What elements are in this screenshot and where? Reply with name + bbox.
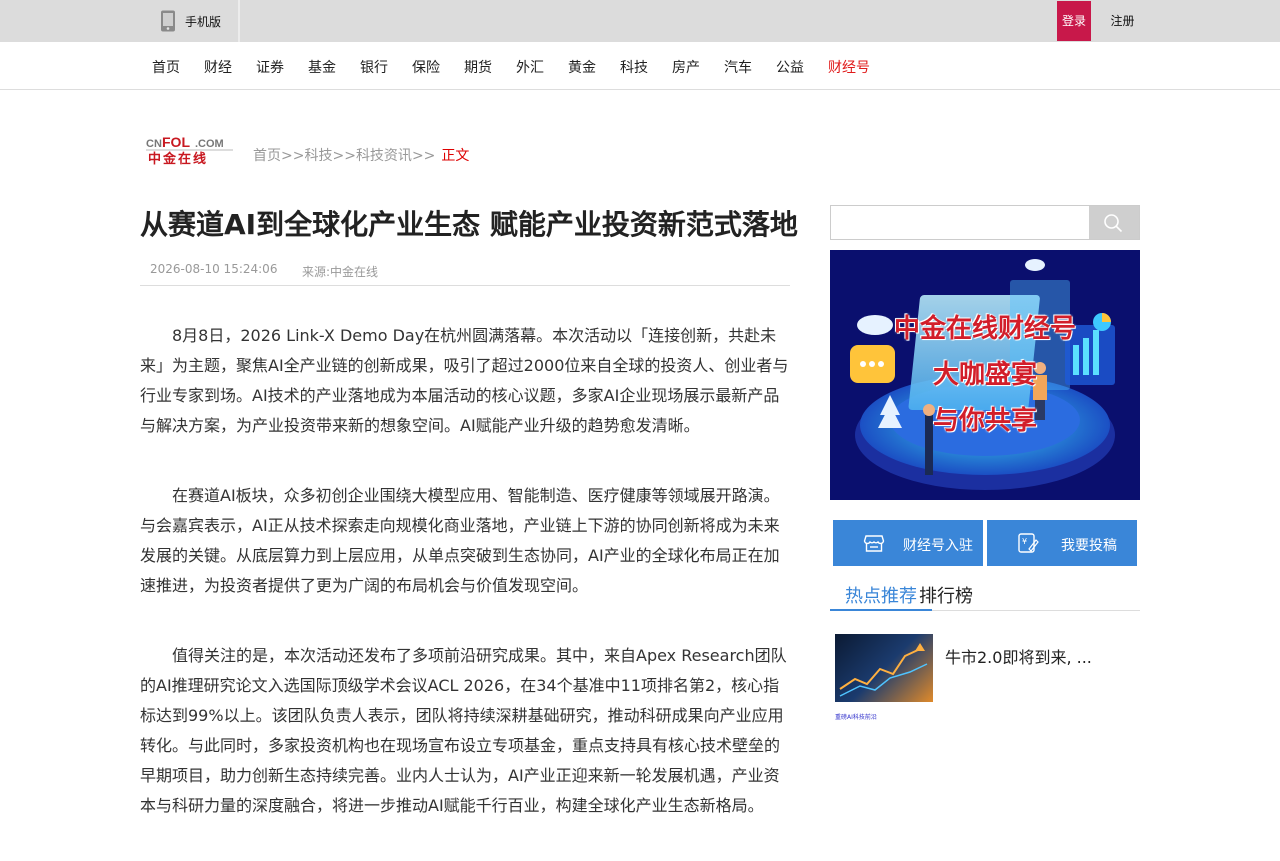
nav-item[interactable]: 首页 xyxy=(140,42,192,90)
nav-item[interactable]: 保险 xyxy=(400,42,452,90)
sidebar-tabs: 热点推荐 排行榜 xyxy=(830,578,1140,611)
news-item[interactable]: 牛市2.0即将到来, ... xyxy=(835,634,1135,702)
mobile-version-link[interactable]: 手机版 xyxy=(140,0,240,42)
nav-item[interactable]: 黄金 xyxy=(556,42,608,90)
svg-text:¥: ¥ xyxy=(1022,537,1027,546)
breadcrumb: 首页>>科技>>科技资讯>> 正文 xyxy=(253,145,469,165)
nav-item[interactable]: 期货 xyxy=(452,42,504,90)
banner-line-2: 大咖盛宴 xyxy=(932,360,1037,390)
phone-icon xyxy=(161,10,175,32)
article-title: 从赛道AI到全球化产业生态 赋能产业投资新范式落地 xyxy=(140,208,798,241)
svg-text:FOL: FOL xyxy=(162,134,190,150)
svg-text:CN: CN xyxy=(146,138,162,150)
search-button[interactable] xyxy=(1089,206,1139,239)
search-box xyxy=(830,205,1140,240)
breadcrumb-tech-news[interactable]: 科技资讯 xyxy=(356,148,412,164)
breadcrumb-sep: >> xyxy=(411,148,436,164)
nav-item[interactable]: 外汇 xyxy=(504,42,556,90)
article-body: 8月8日，2026 Link-X Demo Day在杭州圆满落幕。本次活动以「连… xyxy=(140,321,790,861)
banner-line-3: 与你共享 xyxy=(932,406,1037,436)
breadcrumb-sep: >> xyxy=(332,148,356,164)
svg-text:中金在线: 中金在线 xyxy=(148,151,208,165)
article-source: 来源:中金在线 xyxy=(302,265,379,279)
breadcrumb-home[interactable]: 首页 xyxy=(253,148,281,164)
news-thumbnail xyxy=(835,634,933,702)
svg-text:.COM: .COM xyxy=(195,138,224,150)
search-input[interactable] xyxy=(831,206,1089,239)
stock-chart-image xyxy=(839,643,928,697)
main-nav: 首页 财经 证券 基金 银行 保险 期货 外汇 黄金 科技 房产 汽车 公益 财经号 xyxy=(0,42,1280,90)
nav-item-caijinghao[interactable]: 财经号 xyxy=(816,42,882,90)
search-icon xyxy=(1104,214,1123,233)
tab-ranking[interactable]: 排行榜 xyxy=(919,582,973,608)
top-bar-inner: 手机版 登录 注册 xyxy=(140,0,1140,42)
nav-item[interactable]: 证券 xyxy=(244,42,296,90)
tab-hot-recommend[interactable]: 热点推荐 xyxy=(830,582,932,611)
nav-item[interactable]: 科技 xyxy=(608,42,660,90)
nav-list: 首页 财经 证券 基金 银行 保险 期货 外汇 黄金 科技 房产 汽车 公益 财经号 xyxy=(140,42,882,90)
submit-article-button[interactable]: ¥ 我要投稿 xyxy=(987,520,1137,566)
nav-item[interactable]: 财经 xyxy=(192,42,244,90)
article-paragraph: 8月8日，2026 Link-X Demo Day在杭州圆满落幕。本次活动以「连… xyxy=(140,326,789,435)
promo-banner[interactable]: 中金在线财经号 大咖盛宴 与你共享 xyxy=(830,250,1140,500)
breadcrumb-tech[interactable]: 科技 xyxy=(304,148,332,164)
breadcrumb-sep: >> xyxy=(281,148,305,164)
banner-line-1: 中金在线财经号 xyxy=(893,314,1076,344)
join-caijinghao-label: 财经号入驻 xyxy=(903,538,973,554)
news-thumbnail-2[interactable]: 重磅AI科技前沿 xyxy=(835,712,933,720)
submit-article-label: 我要投稿 xyxy=(1061,538,1117,554)
top-bar: 手机版 登录 注册 xyxy=(0,0,1280,42)
login-button[interactable]: 登录 xyxy=(1057,1,1091,41)
article-paragraph: 值得关注的是，本次活动还发布了多项前沿研究成果。其中，来自Apex Resear… xyxy=(140,646,787,815)
article-meta: 2026-08-10 15:24:06 来源:中金在线 xyxy=(140,262,790,286)
article-date: 2026-08-10 15:24:06 xyxy=(150,262,278,276)
store-icon xyxy=(863,535,885,552)
mobile-version-label: 手机版 xyxy=(185,15,222,29)
site-logo[interactable]: CN FOL .COM 中金在线 xyxy=(145,133,235,165)
nav-item[interactable]: 基金 xyxy=(296,42,348,90)
news-title[interactable]: 牛市2.0即将到来, ... xyxy=(945,644,1092,668)
nav-item[interactable]: 银行 xyxy=(348,42,400,90)
article-paragraph: 在赛道AI板块，众多初创企业围绕大模型应用、智能制造、医疗健康等领域展开路演。与… xyxy=(140,486,780,595)
nav-item[interactable]: 汽车 xyxy=(712,42,764,90)
contribute-icon: ¥ xyxy=(1018,533,1039,553)
join-caijinghao-button[interactable]: 财经号入驻 xyxy=(833,520,983,566)
register-button[interactable]: 注册 xyxy=(1100,1,1145,41)
breadcrumb-current: 正文 xyxy=(441,148,470,164)
nav-item[interactable]: 公益 xyxy=(764,42,816,90)
nav-item[interactable]: 房产 xyxy=(660,42,712,90)
